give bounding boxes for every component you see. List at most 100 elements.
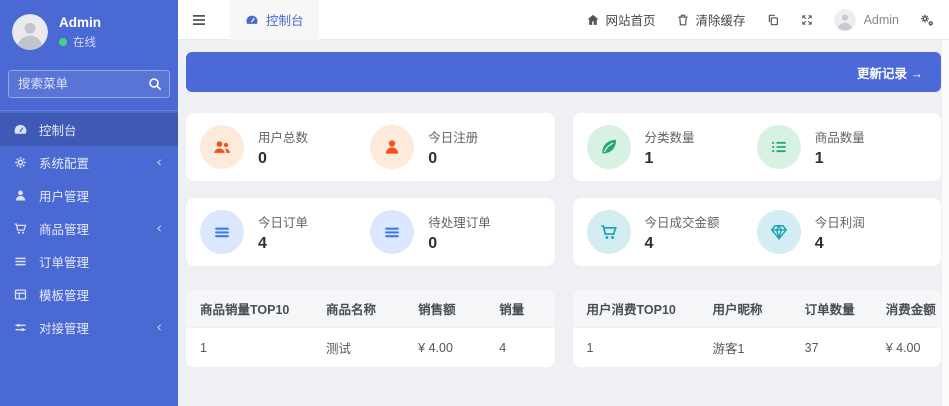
cart-icon [13, 221, 28, 236]
stat-today-register: 今日注册 0 [370, 125, 540, 169]
sidebar-item-dashboard[interactable]: 控制台 [0, 113, 178, 146]
column-header: 用户消费TOP10 [572, 290, 713, 328]
sidebar-item-label: 模板管理 [39, 289, 90, 303]
stat-value: 0 [428, 149, 438, 167]
table-cell: 4 [499, 327, 555, 367]
avatar [833, 8, 856, 31]
sidebar-item-template-management[interactable]: 模板管理 [0, 278, 178, 311]
hamburger-icon[interactable] [190, 11, 208, 29]
sidebar-search [8, 70, 170, 98]
content: 更新记录 → 用户总数 0 今日注册 0 分类数量 1 商品数量 1 今日订单 … [178, 40, 949, 406]
product-sales-table: 商品销量TOP10 商品名称 销售额 销量 1 测试 ¥ 4.00 4 [186, 290, 555, 367]
navbar-right: 网站首页 清除缓存 Admin [586, 8, 935, 31]
stat-today-sales: 今日成交金额 4 [586, 210, 757, 254]
stat-card-catalog: 分类数量 1 商品数量 1 [572, 113, 941, 181]
user-icon [13, 188, 28, 203]
sliders-icon [13, 320, 28, 335]
top10-tables: 商品销量TOP10 商品名称 销售额 销量 1 测试 ¥ 4.00 4 用户消费… [186, 290, 941, 367]
site-home-link[interactable]: 网站首页 [586, 10, 656, 29]
stat-value: 4 [644, 234, 654, 252]
stat-label: 今日利润 [814, 215, 865, 230]
stat-value: 1 [644, 149, 654, 167]
clear-cache-link[interactable]: 清除缓存 [676, 10, 746, 29]
user-status: 在线 [59, 34, 101, 50]
sidebar-item-integration-management[interactable]: 对接管理 [0, 311, 178, 344]
stat-label: 今日订单 [258, 215, 309, 230]
table-header-row: 商品销量TOP10 商品名称 销售额 销量 [186, 290, 555, 328]
bars-icon [200, 210, 244, 254]
column-header: 销量 [499, 290, 555, 328]
stats-row-1: 用户总数 0 今日注册 0 分类数量 1 商品数量 1 [186, 113, 941, 181]
stat-card-users: 用户总数 0 今日注册 0 [186, 113, 555, 181]
scrollbar[interactable] [941, 40, 949, 406]
stat-label: 今日成交金额 [644, 215, 720, 230]
search-input[interactable] [8, 70, 170, 98]
sidebar-menu: 控制台 系统配置 用户管理 商品管理 订单管理 模板管理 对接管理 [0, 110, 178, 344]
sidebar-item-label: 控制台 [39, 124, 77, 138]
stat-label: 分类数量 [644, 130, 695, 145]
stat-label: 今日注册 [428, 130, 479, 145]
gear-icon [13, 155, 28, 170]
sidebar-item-user-management[interactable]: 用户管理 [0, 179, 178, 212]
template-icon [13, 287, 28, 302]
update-banner: 更新记录 → [186, 52, 941, 92]
list-icon [13, 254, 28, 269]
stat-value: 4 [814, 234, 824, 252]
sidebar-item-label: 订单管理 [39, 256, 90, 270]
online-dot-icon [59, 37, 67, 46]
column-header: 销售额 [418, 290, 500, 328]
stat-label: 商品数量 [814, 130, 865, 145]
sidebar-item-product-management[interactable]: 商品管理 [0, 212, 178, 245]
stat-value: 0 [258, 149, 267, 167]
leaf-icon [586, 125, 631, 169]
column-header: 商品名称 [326, 290, 419, 328]
sidebar-item-label: 商品管理 [39, 223, 90, 237]
stat-pending-orders: 待处理订单 0 [370, 210, 540, 254]
sidebar-item-system-config[interactable]: 系统配置 [0, 146, 178, 179]
table-cell: 1 [572, 327, 713, 367]
navbar-user-name: Admin [863, 12, 899, 27]
column-header: 用户昵称 [712, 290, 805, 328]
user-menu[interactable]: Admin [833, 8, 899, 31]
sidebar-item-label: 系统配置 [39, 157, 90, 171]
tab-label: 控制台 [266, 14, 304, 28]
stat-user-total: 用户总数 0 [200, 125, 370, 169]
bars-icon [370, 210, 415, 254]
table-header-row: 用户消费TOP10 用户昵称 订单数量 消费金额 [572, 290, 941, 328]
search-icon[interactable] [147, 76, 163, 92]
stat-value: 4 [258, 234, 267, 252]
admin-dashboard: Admin 在线 控制台 [0, 0, 949, 406]
tab-dashboard[interactable]: 控制台 [230, 0, 319, 40]
avatar-icon [12, 14, 48, 50]
sidebar: Admin 在线 控制台 [0, 0, 178, 406]
stat-value: 1 [814, 149, 824, 167]
update-log-link[interactable]: 更新记录 → [857, 63, 923, 82]
stat-category-count: 分类数量 1 [586, 125, 757, 169]
stat-value: 0 [428, 234, 438, 252]
chevron-left-icon [154, 223, 165, 234]
sidebar-item-order-management[interactable]: 订单管理 [0, 245, 178, 278]
table-row: 1 测试 ¥ 4.00 4 [186, 327, 555, 367]
chevron-left-icon [154, 157, 165, 168]
table-cell: 1 [186, 327, 327, 367]
stat-card-money: 今日成交金额 4 今日利润 4 [572, 198, 941, 266]
sidebar-item-label: 对接管理 [39, 322, 90, 336]
stat-card-orders: 今日订单 4 待处理订单 0 [186, 198, 555, 266]
list-icon [756, 125, 801, 169]
copy-icon[interactable] [766, 13, 780, 27]
fullscreen-icon[interactable] [800, 13, 814, 27]
gem-icon [756, 210, 801, 254]
user-name: Admin [59, 14, 101, 30]
stat-label: 用户总数 [258, 130, 309, 145]
stats-row-2: 今日订单 4 待处理订单 0 今日成交金额 4 今日利润 4 [186, 198, 941, 266]
table-cell: ¥ 4.00 [885, 327, 941, 367]
avatar [12, 14, 48, 50]
cogs-icon[interactable] [919, 12, 935, 28]
column-header: 商品销量TOP10 [186, 290, 327, 328]
sidebar-item-label: 用户管理 [39, 190, 90, 204]
column-header: 消费金额 [885, 290, 941, 328]
stat-today-orders: 今日订单 4 [200, 210, 370, 254]
cart-icon [586, 210, 631, 254]
stat-product-count: 商品数量 1 [756, 125, 927, 169]
table-cell: 游客1 [712, 327, 805, 367]
